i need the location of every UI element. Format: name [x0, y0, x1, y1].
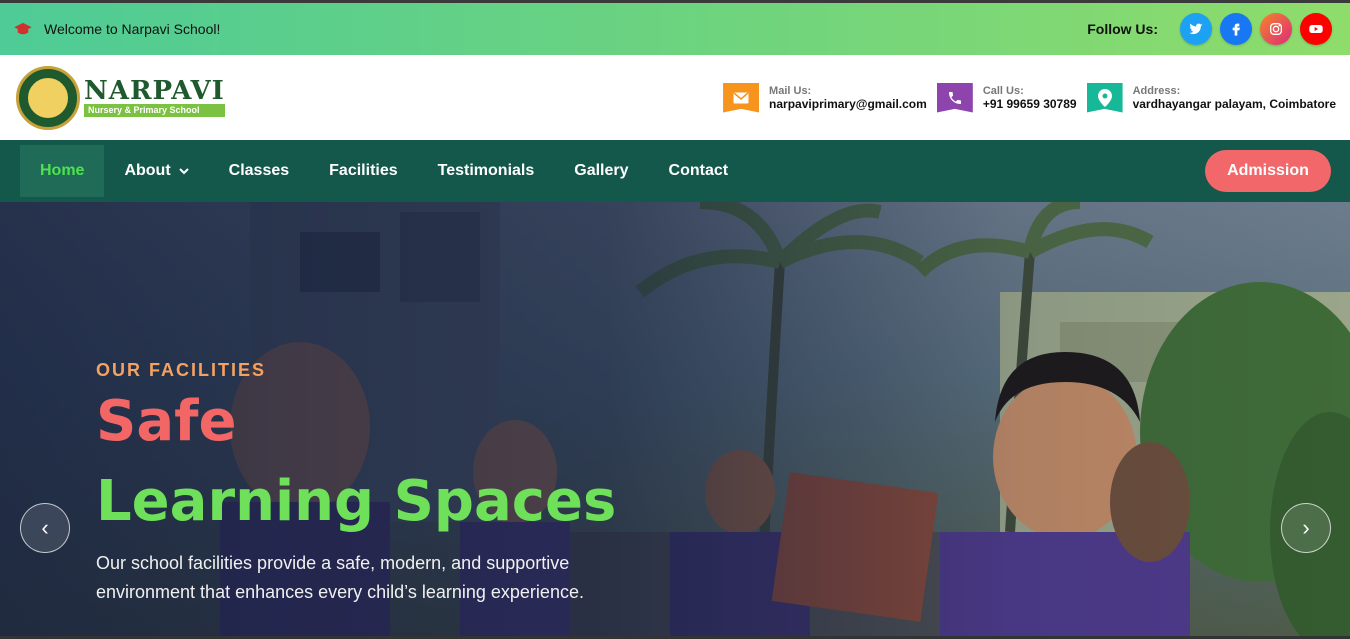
phone-icon: [936, 82, 973, 113]
school-seal: [16, 65, 80, 130]
hero-title-line1: Safe: [96, 389, 237, 454]
hero-slider: OUR FACILITIES Safe Learning Spaces Our …: [0, 202, 1350, 639]
nav-home[interactable]: Home: [20, 145, 105, 197]
social-links: Follow Us:: [1087, 13, 1332, 45]
slider-next-button[interactable]: ›: [1281, 503, 1331, 553]
nav-facilities-label: Facilities: [329, 162, 398, 179]
nav-contact-label: Contact: [668, 162, 729, 179]
contact-call: Call Us: +91 99659 30789: [936, 82, 1077, 113]
instagram-icon[interactable]: [1260, 13, 1292, 45]
welcome-text: Welcome to Narpavi School!: [44, 21, 221, 37]
contact-address: Address: vardhayangar palayam, Coimbator…: [1086, 82, 1336, 113]
site-header: NARPAVI Nursery & Primary School Mail Us…: [0, 55, 1350, 140]
address-label: Address:: [1132, 84, 1181, 97]
hero-content: OUR FACILITIES Safe Learning Spaces Our …: [96, 360, 656, 607]
address-value: vardhayangar palayam, Coimbatore: [1132, 96, 1336, 111]
nav-about[interactable]: About: [104, 145, 208, 197]
graduation-cap-icon: [14, 22, 32, 35]
nav-gallery[interactable]: Gallery: [554, 145, 648, 197]
main-navigation: Home About Classes Facilities Testimonia…: [0, 140, 1350, 202]
mail-icon: [723, 82, 760, 113]
hero-description: Our school facilities provide a safe, mo…: [96, 553, 584, 602]
contact-info: Mail Us: narpaviprimary@gmail.com Call U…: [723, 82, 1336, 113]
nav-classes-label: Classes: [228, 162, 290, 179]
call-label: Call Us:: [982, 84, 1024, 97]
contact-mail: Mail Us: narpaviprimary@gmail.com: [723, 82, 927, 113]
top-bar: Welcome to Narpavi School! Follow Us:: [0, 0, 1350, 55]
mail-value[interactable]: narpaviprimary@gmail.com: [769, 97, 927, 111]
nav-classes[interactable]: Classes: [209, 145, 310, 197]
follow-label: Follow Us:: [1087, 21, 1158, 37]
youtube-icon[interactable]: [1300, 13, 1332, 45]
nav-testimonials[interactable]: Testimonials: [418, 145, 555, 197]
chevron-down-icon: [178, 168, 189, 175]
mail-label: Mail Us:: [769, 84, 812, 97]
nav-about-label: About: [124, 162, 171, 179]
map-pin-icon: [1086, 82, 1123, 113]
peacock-emblem: [26, 75, 70, 120]
chevron-left-icon: ‹: [41, 515, 49, 540]
slider-prev-button[interactable]: ‹: [20, 503, 70, 553]
nav-gallery-label: Gallery: [574, 162, 629, 179]
nav-contact[interactable]: Contact: [649, 145, 749, 197]
twitter-icon[interactable]: [1180, 13, 1212, 45]
hero-title-line2: Learning Spaces: [96, 469, 617, 534]
nav-facilities[interactable]: Facilities: [309, 145, 417, 197]
welcome-message: Welcome to Narpavi School!: [14, 21, 220, 37]
call-value[interactable]: +91 99659 30789: [983, 97, 1077, 111]
logo-name: NARPAVI: [84, 76, 225, 106]
logo-subtitle: Nursery & Primary School: [84, 104, 225, 117]
nav-home-label: Home: [40, 162, 85, 179]
chevron-right-icon: ›: [1302, 515, 1310, 540]
hero-eyebrow: OUR FACILITIES: [96, 360, 267, 380]
facebook-icon[interactable]: [1220, 13, 1252, 45]
school-logo[interactable]: NARPAVI Nursery & Primary School: [16, 65, 225, 130]
nav-testimonials-label: Testimonials: [437, 162, 535, 179]
admission-button[interactable]: Admission: [1205, 150, 1331, 192]
